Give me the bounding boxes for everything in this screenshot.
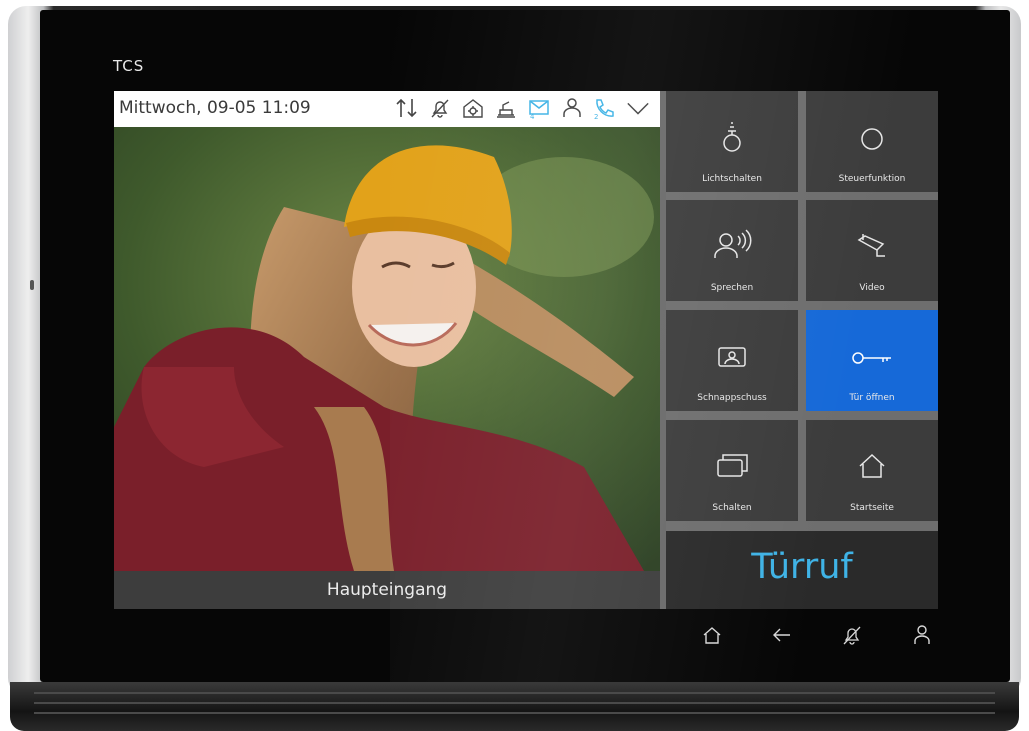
- circle-icon: [858, 119, 886, 157]
- indoor-station-device: TCS Mittwoch, 09-05 11:09 4 2 Haupteinga…: [0, 0, 1029, 731]
- switch-icon: [714, 448, 750, 486]
- tile-label: Tür öffnen: [849, 393, 895, 403]
- lightbulb-icon: [718, 119, 746, 157]
- tile-label: Startseite: [850, 503, 894, 513]
- status-bar: Mittwoch, 09-05 11:09 4 2: [114, 91, 660, 127]
- arrows-up-down-icon[interactable]: [395, 95, 419, 121]
- tile-schnappschuss[interactable]: Schnappschuss: [666, 310, 798, 411]
- tile-schalten[interactable]: Schalten: [666, 420, 798, 521]
- camera-icon: [855, 228, 889, 266]
- svg-text:4: 4: [530, 113, 535, 119]
- status-icons: 4 2: [395, 95, 650, 121]
- brand-logo: TCS: [113, 57, 145, 75]
- snapshot-icon: [716, 338, 748, 376]
- svg-text:2: 2: [594, 113, 598, 119]
- date-time: Mittwoch, 09-05 11:09: [119, 98, 311, 118]
- tile-tuer-oeffnen[interactable]: Tür öffnen: [806, 310, 938, 411]
- tile-video[interactable]: Video: [806, 200, 938, 301]
- soft-keys: [697, 620, 937, 650]
- door-call-bar[interactable]: Türruf: [666, 531, 938, 609]
- tile-startseite[interactable]: Startseite: [806, 420, 938, 521]
- person-icon[interactable]: [907, 620, 937, 650]
- bell-muted-icon[interactable]: [837, 620, 867, 650]
- device-base: [10, 682, 1019, 731]
- tile-label: Video: [859, 283, 885, 293]
- door-call-label: Türruf: [751, 547, 853, 587]
- tile-label: Steuerfunktion: [838, 174, 906, 184]
- home-icon: [856, 448, 888, 486]
- tile-sprechen[interactable]: Sprechen: [666, 200, 798, 301]
- phone-icon[interactable]: 2: [593, 95, 617, 121]
- tile-lichtschalten[interactable]: Lichtschalten: [666, 91, 798, 192]
- home-icon[interactable]: [697, 620, 727, 650]
- chevron-down-icon[interactable]: [626, 95, 650, 121]
- back-arrow-icon[interactable]: [767, 620, 797, 650]
- bell-muted-icon[interactable]: [428, 95, 452, 121]
- tile-label: Lichtschalten: [702, 174, 762, 184]
- speak-icon: [712, 228, 752, 266]
- side-indicator: [30, 280, 34, 290]
- tile-label: Sprechen: [710, 283, 754, 293]
- camera-caption: Haupteingang: [114, 571, 660, 609]
- tile-steuerfunktion[interactable]: Steuerfunktion: [806, 91, 938, 192]
- door-lock-icon[interactable]: [494, 95, 518, 121]
- tile-label: Schnappschuss: [697, 393, 767, 403]
- tile-label: Schalten: [712, 503, 752, 513]
- settings-house-icon[interactable]: [461, 95, 485, 121]
- mail-icon[interactable]: 4: [527, 95, 551, 121]
- person-icon[interactable]: [560, 95, 584, 121]
- key-icon: [849, 338, 895, 376]
- door-camera-video: [114, 127, 660, 571]
